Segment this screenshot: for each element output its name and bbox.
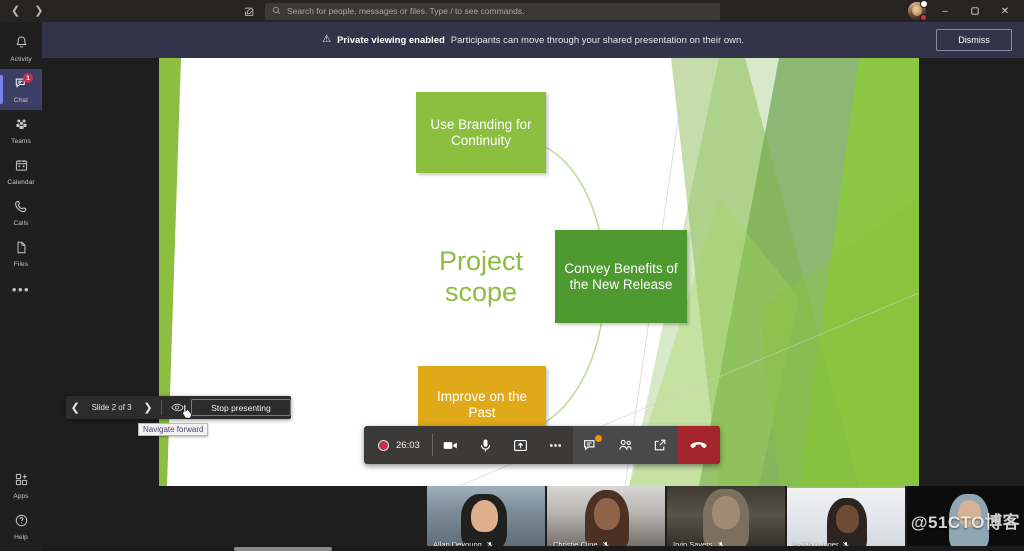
search-input[interactable]: Search for people, messages or files. Ty… (265, 2, 720, 20)
shared-presentation-slide[interactable]: Project scope Use Branding for Continuit… (159, 58, 919, 486)
participants-button[interactable] (608, 426, 643, 464)
back-icon[interactable]: ❮ (11, 5, 20, 17)
apps-icon (14, 472, 29, 492)
phone-icon (14, 199, 29, 219)
presence-status-indicator (920, 14, 927, 21)
close-button[interactable]: ✕ (990, 0, 1020, 22)
navigate-forward-tooltip: Navigate forward (138, 423, 209, 436)
sidebar-more-apps-button[interactable]: ••• (0, 274, 42, 304)
sidebar-item-label: Files (13, 260, 29, 268)
participant-tile[interactable]: Irvin Sayers (667, 486, 785, 551)
history-navigation: ❮ ❯ (0, 5, 60, 17)
sidebar-item-label: Apps (13, 492, 29, 500)
calendar-icon (14, 158, 29, 178)
recording-indicator: 26:03 (364, 439, 432, 451)
control-bar-secondary-group (572, 426, 678, 464)
files-icon (14, 240, 29, 260)
title-bar: ❮ ❯ Search for people, messages or files… (0, 0, 1024, 22)
search-icon (272, 2, 281, 20)
sidebar-item-label: Help (14, 533, 28, 541)
sidebar-item-label: Chat (13, 96, 29, 104)
sidebar-item-files[interactable]: Files (0, 233, 42, 274)
participant-filmstrip: Allan Deyoung Christie Cline Irvin Sayer… (427, 486, 1024, 551)
meeting-timer: 26:03 (396, 439, 420, 451)
avatar[interactable] (904, 0, 930, 22)
avatar-notification-badge (920, 0, 928, 8)
chat-button[interactable] (573, 426, 608, 464)
sidebar-item-label: Calls (13, 219, 29, 227)
slide-page-number: 2 (747, 445, 751, 452)
sidebar-item-calendar[interactable]: Calendar (0, 151, 42, 192)
rail-primary-items: Activity 1 Chat Teams Calendar Calls Fil… (0, 22, 42, 304)
help-icon (14, 513, 29, 533)
recording-dot-icon (378, 439, 389, 451)
slide-center-label: Project scope (438, 246, 524, 307)
warning-triangle-icon: ⚠ (322, 34, 332, 45)
next-slide-button[interactable]: ❯ (139, 396, 158, 419)
title-bar-center: Search for people, messages or files. Ty… (60, 2, 904, 20)
private-view-eye-icon[interactable] (166, 396, 188, 419)
dismiss-button[interactable]: Dismiss (936, 29, 1012, 51)
camera-button[interactable] (433, 426, 468, 464)
banner-message: Participants can move through your share… (450, 34, 744, 46)
teams-icon (14, 117, 29, 137)
maximize-button[interactable] (960, 0, 990, 22)
chat-unread-badge: 1 (23, 73, 33, 83)
sidebar-item-chat[interactable]: 1 Chat (0, 69, 42, 110)
forward-icon[interactable]: ❯ (34, 5, 43, 17)
slide-node-convey-benefits: Convey Benefits of the New Release (555, 230, 687, 323)
search-placeholder-text: Search for people, messages or files. Ty… (287, 6, 525, 16)
share-screen-button[interactable] (503, 426, 538, 464)
more-actions-button[interactable] (538, 426, 573, 464)
sidebar-item-teams[interactable]: Teams (0, 110, 42, 151)
sidebar-item-apps[interactable]: Apps (0, 465, 42, 506)
slide-node-use-branding: Use Branding for Continuity (416, 92, 546, 173)
sidebar-item-help[interactable]: Help (0, 506, 42, 547)
previous-slide-button[interactable]: ❮ (66, 396, 85, 419)
minimize-button[interactable]: – (930, 0, 960, 22)
meeting-stage: Project scope Use Branding for Continuit… (42, 58, 1024, 551)
banner-message-group: ⚠ Private viewing enabled Participants c… (322, 35, 744, 46)
participant-tile[interactable]: Allan Deyoung (427, 486, 545, 551)
sidebar-item-calls[interactable]: Calls (0, 192, 42, 233)
window-controls: – ✕ (904, 0, 1024, 22)
teams-app-window: ❮ ❯ Search for people, messages or files… (0, 0, 1024, 551)
app-rail: Activity 1 Chat Teams Calendar Calls Fil… (0, 22, 42, 551)
slide-counter: Slide 2 of 3 (91, 403, 132, 412)
popout-button[interactable] (643, 426, 678, 464)
sidebar-item-label: Teams (11, 137, 31, 145)
sidebar-item-label: Calendar (7, 178, 35, 186)
participant-tile[interactable] (907, 486, 1024, 551)
private-viewing-banner: ⚠ Private viewing enabled Participants c… (42, 22, 1024, 58)
participant-tile[interactable]: Isaiah Langer (787, 486, 905, 551)
sidebar-item-activity[interactable]: Activity (0, 28, 42, 69)
slide-navigation-bar: ❮ Slide 2 of 3 ❯ Stop presenting (66, 396, 291, 419)
horizontal-scrollbar-thumb[interactable] (234, 547, 332, 551)
participant-tile[interactable]: Christie Cline (547, 486, 665, 551)
hangup-button[interactable] (677, 426, 720, 464)
chat-unread-dot-badge (594, 435, 602, 442)
microphone-button[interactable] (468, 426, 503, 464)
stop-presenting-button[interactable]: Stop presenting (191, 399, 291, 416)
bell-icon (14, 35, 29, 55)
bottom-edge (42, 546, 1024, 551)
meeting-control-bar: 26:03 (364, 426, 720, 464)
banner-title: Private viewing enabled (337, 34, 445, 46)
compose-message-icon[interactable] (244, 6, 255, 17)
divider (161, 400, 163, 415)
rail-secondary-items: Apps Help (0, 465, 42, 551)
sidebar-item-label: Activity (10, 55, 32, 63)
